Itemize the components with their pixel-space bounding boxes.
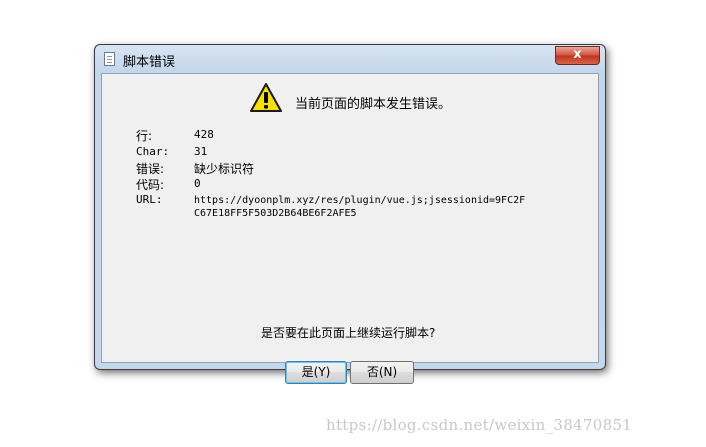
url-value: https://dyoonplm.xyz/res/plugin/vue.js;j…	[194, 194, 525, 220]
code-value: 0	[194, 177, 201, 190]
error-label: 错误:	[136, 162, 165, 176]
script-error-dialog: 脚本错误 x 当前页面的脚本发生错误。 行: 428 Char: 31 错误: …	[94, 44, 606, 384]
yes-button[interactable]: 是(Y)	[285, 361, 347, 384]
char-label: Char:	[136, 145, 170, 158]
continue-question: 是否要在此页面上继续运行脚本?	[261, 326, 436, 340]
line-label: 行:	[136, 129, 153, 143]
url-label: URL:	[136, 193, 163, 206]
close-button[interactable]: x	[555, 46, 600, 65]
title-bar[interactable]: 脚本错误 x	[95, 45, 605, 73]
line-value: 428	[194, 128, 214, 141]
warning-icon	[250, 83, 282, 112]
error-message: 当前页面的脚本发生错误。	[295, 97, 452, 112]
error-value: 缺少标识符	[194, 162, 255, 176]
document-icon	[104, 52, 115, 66]
no-button[interactable]: 否(N)	[350, 361, 414, 384]
window-title: 脚本错误	[123, 55, 176, 70]
url-line-2: C67E18FF5F503D2B64BE6F2AFE5	[194, 208, 357, 219]
dialog-body: 当前页面的脚本发生错误。 行: 428 Char: 31 错误: 缺少标识符 代…	[101, 73, 599, 384]
url-line-1: https://dyoonplm.xyz/res/plugin/vue.js;j…	[194, 195, 526, 206]
char-value: 31	[194, 145, 208, 158]
code-label: 代码:	[136, 178, 165, 192]
watermark-text: https://blog.csdn.net/weixin_38470851	[326, 416, 633, 434]
close-icon: x	[573, 47, 582, 62]
